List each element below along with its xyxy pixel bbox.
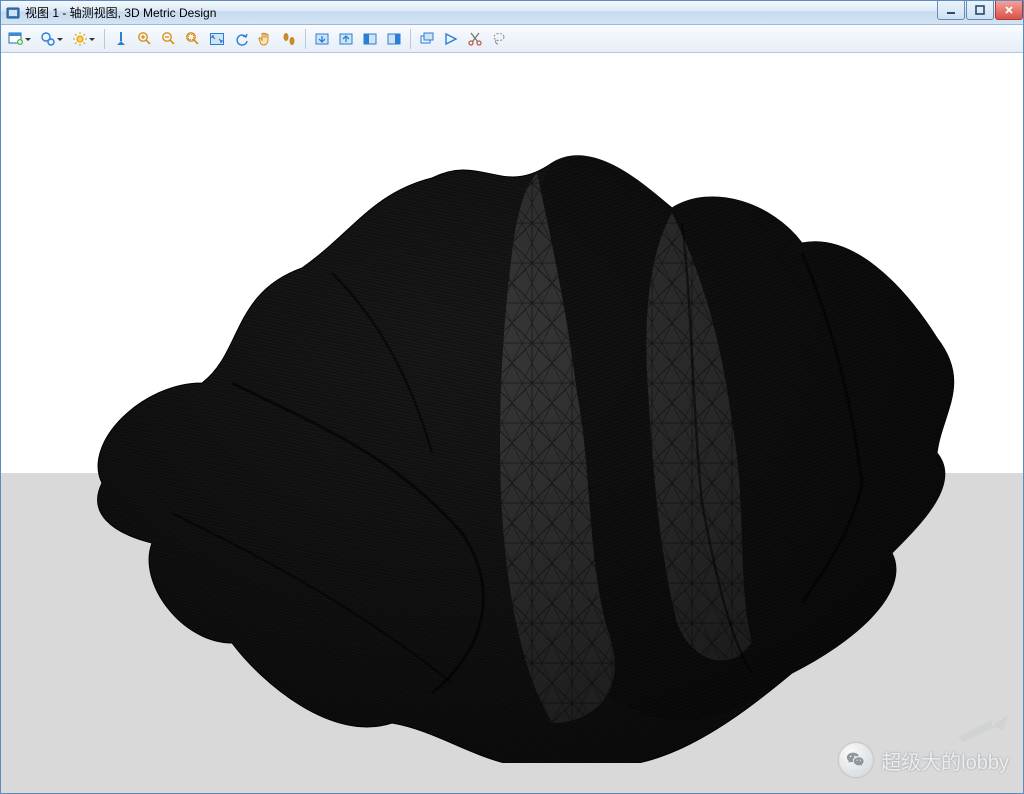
- point-select-button[interactable]: [37, 28, 67, 50]
- zoom-out-button[interactable]: [158, 28, 180, 50]
- app-window: 视图 1 - 轴测视图, 3D Metric Design: [0, 0, 1024, 794]
- toolbar-separator: [104, 29, 105, 49]
- lasso-button[interactable]: [488, 28, 510, 50]
- watermark-text: 超级大的lobby: [881, 746, 1009, 775]
- maximize-button[interactable]: [966, 1, 994, 20]
- close-button[interactable]: [995, 1, 1023, 20]
- app-icon: [5, 5, 21, 21]
- toolbar-separator: [410, 29, 411, 49]
- toolbar: [1, 25, 1023, 53]
- region-left-button[interactable]: [359, 28, 381, 50]
- new-view-button[interactable]: [5, 28, 35, 50]
- toolbar-separator: [305, 29, 306, 49]
- region-out-button[interactable]: [335, 28, 357, 50]
- watermark: 超级大的lobby: [839, 743, 1009, 777]
- region-right-button[interactable]: [383, 28, 405, 50]
- arrow-watermark-icon: [953, 707, 1013, 747]
- fit-view-button[interactable]: [206, 28, 228, 50]
- zoom-in-button[interactable]: [134, 28, 156, 50]
- wechat-icon: [839, 743, 873, 777]
- minimize-button[interactable]: [937, 1, 965, 20]
- titlebar: 视图 1 - 轴测视图, 3D Metric Design: [1, 1, 1023, 25]
- light-button[interactable]: [69, 28, 99, 50]
- viewport-3d[interactable]: 超级大的lobby: [1, 53, 1023, 793]
- zoom-window-button[interactable]: [182, 28, 204, 50]
- orbit-button[interactable]: [230, 28, 252, 50]
- cut-button[interactable]: [464, 28, 486, 50]
- layer-switch-button[interactable]: [440, 28, 462, 50]
- measure-point-button[interactable]: [110, 28, 132, 50]
- pan-button[interactable]: [254, 28, 276, 50]
- window-title: 视图 1 - 轴测视图, 3D Metric Design: [25, 4, 936, 21]
- window-controls: [936, 1, 1023, 20]
- region-in-button[interactable]: [311, 28, 333, 50]
- layer-new-button[interactable]: [416, 28, 438, 50]
- walk-button[interactable]: [278, 28, 300, 50]
